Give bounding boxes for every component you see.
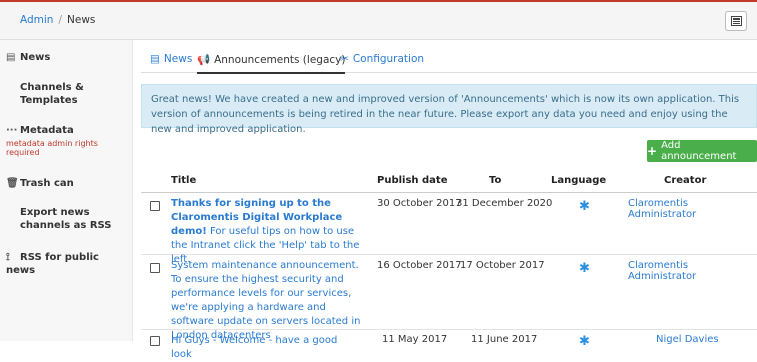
tab-label: Configuration xyxy=(352,53,425,65)
document-icon-button[interactable] xyxy=(725,11,747,31)
channels-icon: ⚟ xyxy=(0,81,20,94)
breadcrumb-separator: / xyxy=(58,14,63,26)
newspaper-icon: ▤ xyxy=(6,52,16,63)
main-content: ▤ News 📢 Announcements (legacy) ✂ Configura… xyxy=(141,40,757,360)
end-date: 31 December 2020 xyxy=(456,198,553,209)
end-date: 11 June 2017 xyxy=(471,334,538,345)
language-icon: ✱ xyxy=(579,199,590,214)
newspaper-icon: ▤ xyxy=(150,53,160,65)
table-row: Hi Guys - Welcome - have a good look 11 … xyxy=(141,330,757,360)
language-icon: ✱ xyxy=(579,261,590,276)
column-creator[interactable]: Creator xyxy=(664,175,706,186)
sidebar-item-label: Export news channels as RSS xyxy=(20,207,112,231)
table-row: System maintenance announcement. To ensu… xyxy=(141,255,757,341)
publish-date: 16 October 2017 xyxy=(377,260,462,271)
add-announcement-label: Add announcement xyxy=(661,140,737,162)
tools-icon: ✂ xyxy=(340,53,349,65)
sidebar-item-label: Trash can xyxy=(20,178,74,189)
tab-news[interactable]: ▤ News xyxy=(150,53,192,65)
tab-label: Announcements (legacy) xyxy=(214,54,346,66)
sidebar-item-export-rss[interactable]: ⟟Export news channels as RSS xyxy=(6,206,142,232)
add-announcement-button[interactable]: + Add announcement xyxy=(647,140,757,162)
metadata-warning: metadata admin rights required xyxy=(6,139,98,157)
column-to[interactable]: To xyxy=(489,175,501,186)
rss-icon: ⟟ xyxy=(6,252,10,263)
breadcrumb-admin-link[interactable]: Admin xyxy=(20,14,53,26)
creator-link[interactable]: Nigel Davies xyxy=(656,334,719,345)
row-checkbox[interactable] xyxy=(150,263,160,273)
sidebar-item-rss-public[interactable]: ⟟ RSS for public news xyxy=(6,251,128,277)
row-checkbox[interactable] xyxy=(150,336,160,346)
tab-bar: ▤ News 📢 Announcements (legacy) ✂ Configura… xyxy=(141,40,757,74)
rss-icon: ⟟ xyxy=(6,206,20,219)
tab-announcements[interactable]: 📢 Announcements (legacy) xyxy=(197,53,346,74)
top-bar: Admin / News xyxy=(0,0,757,40)
ellipsis-icon: ··· xyxy=(6,125,18,136)
breadcrumb-current: News xyxy=(67,14,96,26)
document-icon xyxy=(730,16,742,26)
end-date: 17 October 2017 xyxy=(460,260,545,271)
announcement-title-link[interactable]: Hi Guys - Welcome - have a good look xyxy=(171,334,361,362)
tab-configuration[interactable]: ✂ Configuration xyxy=(340,53,424,65)
sidebar-item-trash[interactable]: 🗑Trash can xyxy=(6,177,128,190)
row-checkbox[interactable] xyxy=(150,201,160,211)
sidebar-item-label: Channels & Templates xyxy=(20,82,84,106)
language-icon: ✱ xyxy=(579,334,590,349)
sidebar-item-label: RSS for public news xyxy=(6,252,99,276)
title-rest: System maintenance announcement. To ensu… xyxy=(171,260,361,341)
publish-date: 30 October 2017 xyxy=(377,198,462,209)
sidebar-item-news[interactable]: ▤ News xyxy=(6,51,128,64)
sidebar-item-channels[interactable]: ⚟Channels & Templates xyxy=(0,81,142,107)
trash-icon: 🗑 xyxy=(6,178,19,189)
megaphone-icon: 📢 xyxy=(197,54,211,66)
publish-date: 11 May 2017 xyxy=(382,334,448,345)
table-header: Title Publish date To Language Creator xyxy=(141,170,757,193)
sidebar-item-label: News xyxy=(20,52,51,63)
sidebar-item-metadata[interactable]: ··· Metadata metadata admin rights requir… xyxy=(6,124,128,157)
sidebar: ▤ News ⚟Channels & Templates ···Metadata … xyxy=(0,40,133,341)
column-publish-date[interactable]: Publish date xyxy=(377,175,447,186)
breadcrumb: Admin / News xyxy=(20,14,95,26)
table-row: Thanks for signing up to the Claromentis… xyxy=(141,193,757,265)
column-title[interactable]: Title xyxy=(171,175,196,186)
tab-label: News xyxy=(163,53,193,65)
retirement-alert: Great news! We have created a new and im… xyxy=(141,84,757,135)
sidebar-item-label: Metadata xyxy=(20,125,74,136)
creator-link[interactable]: Claromentis Administrator xyxy=(628,198,757,220)
column-language[interactable]: Language xyxy=(551,175,606,186)
plus-icon: + xyxy=(647,144,658,158)
title-rest: Hi Guys - Welcome - have a good look xyxy=(171,335,338,360)
creator-link[interactable]: Claromentis Administrator xyxy=(628,260,757,282)
